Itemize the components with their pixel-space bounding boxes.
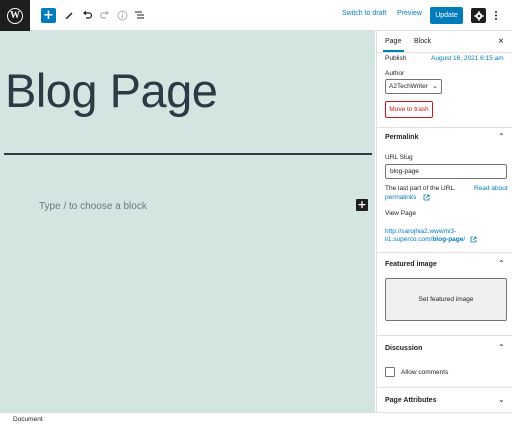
- redo-button[interactable]: [97, 8, 111, 22]
- wordpress-logo-button[interactable]: W: [0, 0, 30, 31]
- settings-sidebar: Page Block × Publish August 16, 2021 6:1…: [376, 31, 512, 412]
- view-page-url-trailing-slash: /: [463, 236, 466, 243]
- view-page-url-host: li1.superco.com/: [385, 236, 433, 243]
- url-slug-label: URL Slug: [385, 154, 413, 161]
- default-block-appender[interactable]: Type / to choose a block: [39, 201, 147, 212]
- publish-label: Publish: [385, 55, 407, 62]
- url-slug-input[interactable]: blog-page: [385, 164, 507, 179]
- breadcrumb-document[interactable]: Document: [13, 416, 43, 423]
- divider: [377, 252, 512, 253]
- divider: [377, 335, 512, 336]
- discussion-panel-toggle[interactable]: Discussion: [385, 345, 422, 352]
- undo-icon: [82, 10, 92, 19]
- list-view-icon: [134, 11, 144, 19]
- page-attributes-panel-toggle[interactable]: Page Attributes: [385, 397, 436, 404]
- author-label: Author: [385, 70, 405, 77]
- set-featured-image-button[interactable]: Set featured image: [385, 278, 507, 321]
- gear-icon: [473, 10, 484, 21]
- redo-icon: [99, 10, 109, 19]
- permalinks-link[interactable]: permalinks: [385, 194, 416, 201]
- block-breadcrumb-bar: Document: [0, 412, 512, 426]
- allow-comments-checkbox[interactable]: [385, 367, 395, 377]
- info-icon: [117, 10, 127, 20]
- pen-icon: [65, 12, 73, 19]
- list-view-button[interactable]: [132, 8, 146, 22]
- tab-block[interactable]: Block: [414, 38, 431, 45]
- view-page-url-line1[interactable]: http://sarojhia2.wwwmi3-: [385, 228, 456, 235]
- sidebar-tabs: Page Block ×: [377, 31, 512, 53]
- divider: [377, 127, 512, 128]
- switch-to-draft-button[interactable]: Switch to draft: [342, 10, 386, 17]
- divider: [377, 387, 512, 388]
- block-inserter-button[interactable]: +: [356, 199, 368, 211]
- view-page-url-line2[interactable]: li1.superco.com/blog-page/: [385, 236, 465, 243]
- chevron-down-icon: ⌄: [432, 83, 438, 90]
- chevron-down-icon[interactable]: ⌄: [498, 395, 505, 404]
- read-about-link[interactable]: Read about: [474, 185, 508, 192]
- editor-top-toolbar: W + Switch to draft Preview Update: [0, 0, 512, 31]
- wordpress-logo-icon: W: [7, 7, 23, 24]
- separator-block[interactable]: [4, 153, 372, 155]
- chevron-up-icon[interactable]: ⌃: [498, 259, 505, 268]
- vertical-ellipsis-icon: [495, 11, 497, 20]
- publish-date-button[interactable]: August 16, 2021 6:15 am: [431, 55, 504, 62]
- settings-button[interactable]: [471, 8, 486, 23]
- undo-button[interactable]: [80, 8, 94, 22]
- chevron-up-icon[interactable]: ⌃: [498, 132, 505, 141]
- preview-button[interactable]: Preview: [397, 10, 422, 17]
- options-menu-button[interactable]: [491, 8, 501, 23]
- permalink-help-text: The last part of the URL.: [385, 185, 456, 192]
- update-button[interactable]: Update: [430, 7, 463, 24]
- block-inserter-toggle-button[interactable]: +: [41, 8, 56, 23]
- move-to-trash-button[interactable]: Move to trash: [385, 101, 433, 118]
- chevron-up-icon[interactable]: ⌃: [498, 343, 505, 352]
- tools-button[interactable]: [62, 8, 76, 22]
- external-link-icon: [423, 194, 430, 201]
- view-page-label: View Page: [385, 210, 416, 217]
- external-link-icon: [470, 236, 477, 243]
- allow-comments-label[interactable]: Allow comments: [401, 369, 448, 376]
- post-title[interactable]: Blog Page: [5, 63, 218, 118]
- view-page-url-slug: blog-page: [432, 236, 464, 243]
- tab-page[interactable]: Page: [382, 38, 405, 52]
- editor-canvas[interactable]: Blog Page Type / to choose a block +: [0, 31, 375, 412]
- details-button[interactable]: [115, 8, 129, 22]
- author-select[interactable]: A2TechWriter ⌄: [385, 79, 442, 94]
- author-select-value: A2TechWriter: [389, 83, 428, 90]
- close-sidebar-button[interactable]: ×: [498, 36, 504, 47]
- featured-image-panel-toggle[interactable]: Featured image: [385, 261, 437, 268]
- permalink-panel-toggle[interactable]: Permalink: [385, 134, 418, 141]
